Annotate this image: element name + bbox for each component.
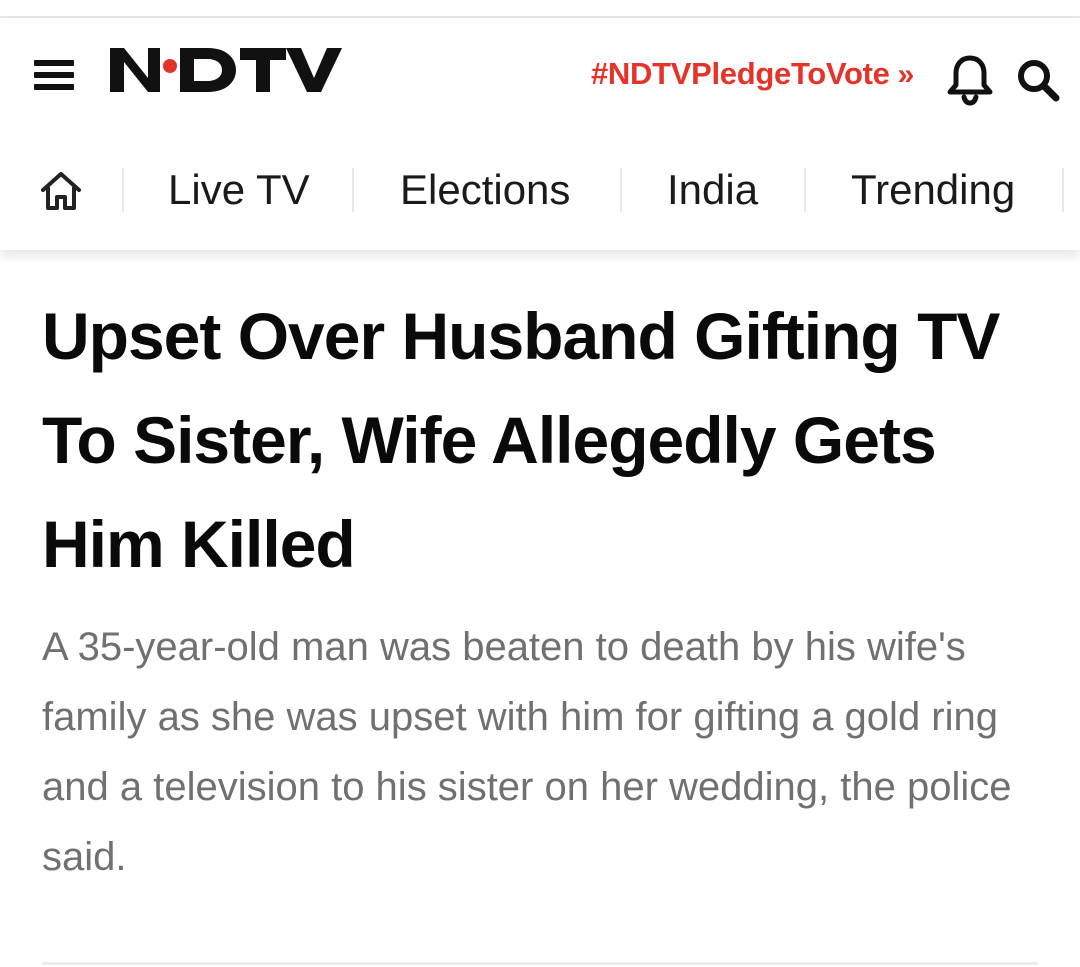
main-nav: Live TV Elections India Trending bbox=[0, 160, 1080, 220]
site-header: #NDTVPledgeToVote» Live TV Elections Ind… bbox=[0, 20, 1080, 250]
top-divider bbox=[0, 0, 1080, 18]
hamburger-menu-icon[interactable] bbox=[34, 58, 76, 92]
nav-item-live-tv[interactable]: Live TV bbox=[168, 160, 310, 220]
home-icon[interactable] bbox=[38, 168, 84, 214]
article-summary: A 35-year-old man was beaten to death by… bbox=[42, 625, 1012, 879]
nav-item-elections[interactable]: Elections bbox=[400, 160, 570, 220]
search-icon[interactable] bbox=[1012, 52, 1064, 106]
nav-divider bbox=[122, 168, 124, 212]
pledge-to-vote-label: #NDTVPledgeToVote bbox=[590, 56, 890, 91]
article-headline[interactable]: Upset Over Husband Gifting TV To Sister,… bbox=[42, 284, 1042, 596]
ndtv-logo-mark bbox=[110, 48, 342, 92]
chevron-right-double-icon: » bbox=[897, 58, 915, 91]
nav-divider bbox=[620, 168, 622, 212]
nav-item-trending[interactable]: Trending bbox=[851, 160, 1015, 220]
nav-divider bbox=[352, 168, 354, 212]
pledge-to-vote-link[interactable]: #NDTVPledgeToVote» bbox=[591, 54, 914, 95]
nav-item-india[interactable]: India bbox=[667, 160, 758, 220]
nav-divider bbox=[804, 168, 806, 212]
nav-divider bbox=[1062, 168, 1064, 212]
ndtv-logo[interactable] bbox=[108, 42, 348, 98]
bell-icon[interactable] bbox=[944, 52, 996, 106]
content-divider bbox=[42, 962, 1038, 965]
